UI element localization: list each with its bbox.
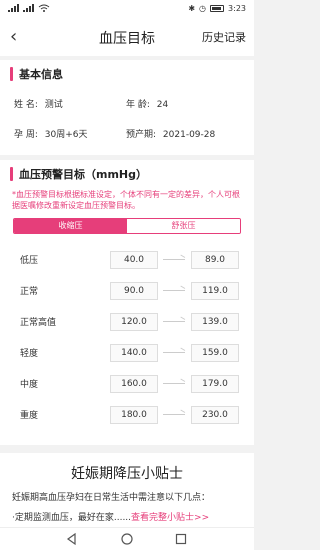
high-value-input[interactable]: 89.0 (191, 251, 239, 269)
tips-line: ·定期监测血压，最好在家......查看完整小贴士>> (12, 510, 209, 523)
row-label: 低压 (20, 256, 39, 266)
section-accent-bar (10, 167, 13, 181)
status-bar: ✱ ◷ 3:23 (0, 0, 254, 18)
row-label: 正常 (20, 287, 39, 297)
view-full-tips-link[interactable]: 查看完整小贴士>> (131, 513, 209, 523)
tab-diastolic[interactable]: 舒张压 (127, 219, 240, 233)
signal-icon-2 (23, 4, 34, 12)
name-label: 姓 名: (14, 100, 38, 110)
due-value: 2021-09-28 (162, 130, 216, 140)
age-label: 年 龄: (126, 100, 150, 110)
signal-icon (8, 4, 19, 12)
range-arrow-icon (163, 321, 185, 322)
range-arrow-icon (163, 414, 185, 415)
tips-text: ·定期监测血压，最好在家...... (12, 513, 132, 523)
high-value-input[interactable]: 139.0 (191, 313, 239, 331)
pregnancy-label: 孕 周: (14, 130, 38, 140)
target-notice: *血压预警目标根据标准设定，个体不同有一定的差异，个人可根据医嘱修改重新设定血压… (12, 190, 240, 210)
tab-systolic[interactable]: 收缩压 (14, 219, 127, 233)
name-field: 姓 名: 测试 (14, 97, 63, 110)
status-right: ✱ ◷ 3:23 (188, 4, 246, 13)
row-label: 轻度 (20, 349, 39, 359)
target-row: 重度 180.0 230.0 (0, 397, 254, 433)
due-date-field: 预产期: 2021-09-28 (126, 127, 215, 140)
title-bar: ‹ 血压目标 历史记录 (0, 18, 254, 56)
system-nav-bar (0, 527, 254, 550)
bluetooth-icon: ✱ (188, 4, 196, 13)
alarm-icon: ◷ (199, 4, 207, 13)
nav-back-icon[interactable] (65, 532, 79, 546)
low-value-input[interactable]: 40.0 (110, 251, 158, 269)
low-value-input[interactable]: 90.0 (110, 282, 158, 300)
high-value-input[interactable]: 230.0 (191, 406, 239, 424)
row-label: 重度 (20, 411, 39, 421)
tips-title: 妊娠期降压小贴士 (71, 466, 183, 482)
tips-intro: 妊娠期高血压孕妇在日常生活中需注意以下几点： (12, 493, 211, 503)
low-value-input[interactable]: 180.0 (110, 406, 158, 424)
high-value-input[interactable]: 119.0 (191, 282, 239, 300)
section-accent-bar (10, 67, 13, 81)
tips-section: 妊娠期降压小贴士 妊娠期高血压孕妇在日常生活中需注意以下几点： ·定期监测血压，… (0, 453, 254, 527)
basic-info-header: 基本信息 (0, 60, 254, 88)
row-label: 中度 (20, 380, 39, 390)
high-value-input[interactable]: 159.0 (191, 344, 239, 362)
pressure-tabs: 收缩压 舒张压 (13, 218, 241, 234)
row-label: 正常高值 (20, 318, 57, 328)
name-value: 测试 (44, 100, 63, 110)
age-field: 年 龄: 24 (126, 97, 168, 110)
nav-recents-icon[interactable] (174, 532, 188, 546)
age-value: 24 (156, 100, 169, 110)
target-header: 血压预警目标（mmHg） (0, 160, 254, 188)
low-value-input[interactable]: 160.0 (110, 375, 158, 393)
range-arrow-icon (163, 383, 185, 384)
low-value-input[interactable]: 140.0 (110, 344, 158, 362)
pregnancy-week-field: 孕 周: 30周+6天 (14, 127, 88, 140)
status-time: 3:23 (228, 4, 246, 13)
nav-home-icon[interactable] (120, 532, 134, 546)
range-arrow-icon (163, 259, 185, 260)
due-label: 预产期: (126, 130, 157, 140)
low-value-input[interactable]: 120.0 (110, 313, 158, 331)
history-button[interactable]: 历史记录 (202, 29, 246, 45)
high-value-input[interactable]: 179.0 (191, 375, 239, 393)
range-arrow-icon (163, 352, 185, 353)
battery-icon (210, 5, 225, 12)
status-left (8, 4, 50, 12)
range-arrow-icon (163, 290, 185, 291)
basic-info-title: 基本信息 (19, 68, 63, 81)
pregnancy-value: 30周+6天 (44, 130, 88, 140)
target-title: 血压预警目标（mmHg） (19, 168, 148, 181)
wifi-icon (38, 4, 50, 12)
